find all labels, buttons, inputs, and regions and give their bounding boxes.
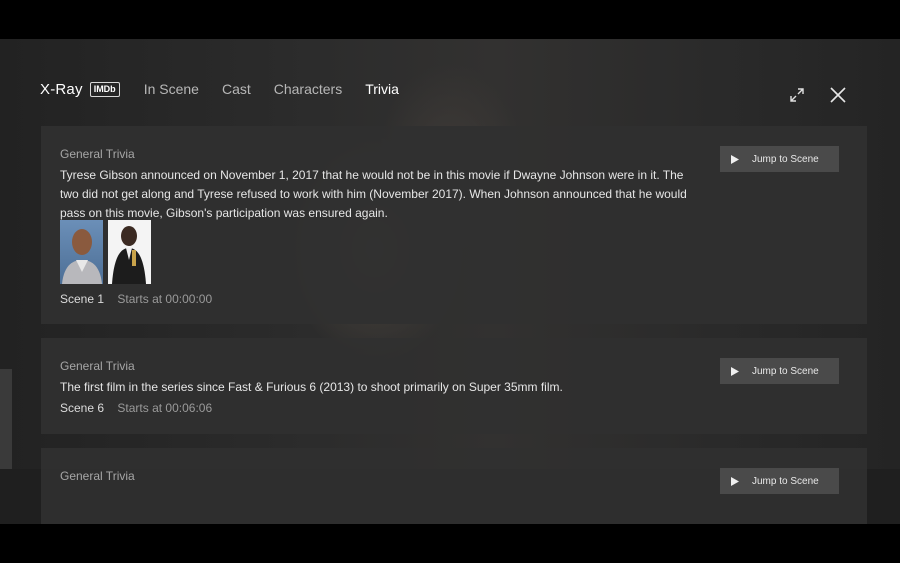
trivia-thumbnails <box>60 220 151 284</box>
trivia-category: General Trivia <box>60 147 135 161</box>
jump-to-scene-button[interactable]: Jump to Scene <box>720 358 839 384</box>
trivia-category: General Trivia <box>60 469 135 483</box>
jump-to-scene-label: Jump to Scene <box>752 475 819 487</box>
tab-in-scene[interactable]: In Scene <box>144 81 199 97</box>
jump-to-scene-label: Jump to Scene <box>752 365 819 377</box>
play-icon <box>731 366 739 376</box>
scene-start-time: Starts at 00:06:06 <box>117 401 213 415</box>
jump-to-scene-button[interactable]: Jump to Scene <box>720 468 839 494</box>
letterbox-top <box>0 0 900 39</box>
scene-start-time: Starts at 00:00:00 <box>117 292 213 306</box>
tab-characters[interactable]: Characters <box>274 81 342 97</box>
tab-trivia[interactable]: Trivia <box>365 81 399 97</box>
tab-cast[interactable]: Cast <box>222 81 251 97</box>
trivia-text: Tyrese Gibson announced on November 1, 2… <box>60 168 687 220</box>
xray-title: X-Ray <box>40 80 83 98</box>
expand-icon[interactable] <box>788 86 806 104</box>
trivia-card: General Trivia Tyrese Gibson announced o… <box>41 126 867 324</box>
trivia-card: General Trivia The first film in the ser… <box>41 338 867 434</box>
trivia-text: The first film in the series since Fast … <box>60 380 563 394</box>
xray-overlay: X-Ray IMDb In Scene Cast Characters Triv… <box>0 39 900 524</box>
actor-photo <box>108 220 151 284</box>
trivia-card: General Trivia Jump to Scene <box>41 448 867 524</box>
letterbox-bottom <box>0 524 900 563</box>
jump-to-scene-label: Jump to Scene <box>752 153 819 165</box>
actor-photo <box>60 220 103 284</box>
xray-header: X-Ray IMDb In Scene Cast Characters Triv… <box>40 77 860 101</box>
scene-number: Scene 6 <box>60 401 105 415</box>
play-icon <box>731 476 739 486</box>
imdb-logo: IMDb <box>89 81 120 97</box>
play-icon <box>731 154 739 164</box>
scene-number: Scene 1 <box>60 292 105 306</box>
trivia-category: General Trivia <box>60 359 135 373</box>
jump-to-scene-button[interactable]: Jump to Scene <box>720 146 839 172</box>
scene-info: Scene 6 Starts at 00:06:06 <box>60 401 212 415</box>
scene-info: Scene 1 Starts at 00:00:00 <box>60 292 212 306</box>
close-icon[interactable] <box>829 86 847 104</box>
video-background-detail <box>0 369 12 469</box>
